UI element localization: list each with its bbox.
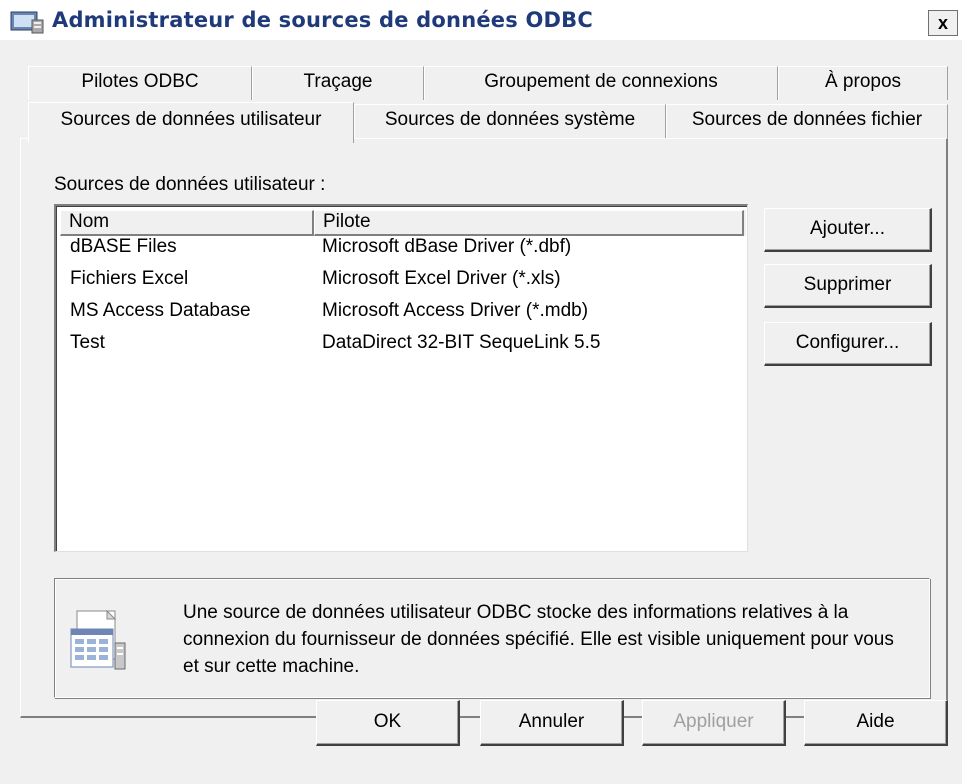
tab-label: Traçage [303, 71, 373, 92]
ok-button[interactable]: OK [316, 700, 460, 746]
tab-label: Groupement de connexions [484, 71, 718, 92]
help-button[interactable]: Aide [804, 700, 948, 746]
list-header: Nom Pilote [60, 210, 746, 236]
cancel-button[interactable]: Annuler [480, 700, 624, 746]
apply-button[interactable]: Appliquer [642, 700, 786, 746]
configure-button[interactable]: Configurer... [764, 322, 932, 366]
dsn-name: MS Access Database [70, 300, 251, 321]
list-item[interactable]: Test DataDirect 32-BIT SequeLink 5.5 [60, 332, 746, 360]
tab-label: Sources de données système [384, 109, 636, 130]
tab-label: Sources de données utilisateur [60, 109, 322, 130]
tab-tracing[interactable]: Traçage [252, 66, 424, 100]
column-header-driver[interactable]: Pilote [314, 210, 744, 236]
tab-label: Sources de données fichier [691, 109, 923, 130]
dsn-name: dBASE Files [70, 236, 177, 257]
tab-odbc-drivers[interactable]: Pilotes ODBC [28, 66, 252, 100]
odbc-dialog: Administrateur de sources de données ODB… [0, 4, 962, 784]
section-label: Sources de données utilisateur : [54, 174, 326, 195]
dsn-name: Test [70, 332, 105, 353]
data-source-icon [69, 607, 129, 673]
window-title: Administrateur de sources de données ODB… [52, 8, 593, 32]
dsn-name: Fichiers Excel [70, 268, 189, 289]
add-button[interactable]: Ajouter... [764, 208, 932, 252]
dsn-driver: Microsoft Excel Driver (*.xls) [322, 268, 561, 289]
dsn-driver: Microsoft Access Driver (*.mdb) [322, 300, 589, 321]
tab-system-dsn[interactable]: Sources de données système [354, 104, 666, 138]
tab-connection-pooling[interactable]: Groupement de connexions [424, 66, 778, 100]
odbc-app-icon [10, 10, 44, 34]
tab-about[interactable]: À propos [778, 66, 948, 100]
title-bar: Administrateur de sources de données ODB… [0, 4, 962, 40]
tab-file-dsn[interactable]: Sources de données fichier [666, 104, 948, 138]
tab-label: Pilotes ODBC [81, 71, 199, 92]
tab-user-dsn[interactable]: Sources de données utilisateur [28, 102, 354, 143]
tab-label: À propos [824, 71, 902, 92]
info-text: Une source de données utilisateur ODBC s… [183, 602, 894, 677]
list-item[interactable]: MS Access Database Microsoft Access Driv… [60, 300, 746, 328]
dsn-driver: Microsoft dBase Driver (*.dbf) [322, 236, 572, 257]
dsn-driver: DataDirect 32-BIT SequeLink 5.5 [322, 332, 601, 353]
info-box: Une source de données utilisateur ODBC s… [54, 578, 930, 698]
column-header-name[interactable]: Nom [60, 210, 314, 236]
data-source-list[interactable]: Nom Pilote dBASE Files Microsoft dBase D… [54, 204, 748, 552]
list-item[interactable]: dBASE Files Microsoft dBase Driver (*.db… [60, 236, 746, 264]
close-button[interactable]: x [928, 10, 958, 36]
list-item[interactable]: Fichiers Excel Microsoft Excel Driver (*… [60, 268, 746, 296]
remove-button[interactable]: Supprimer [764, 264, 932, 308]
